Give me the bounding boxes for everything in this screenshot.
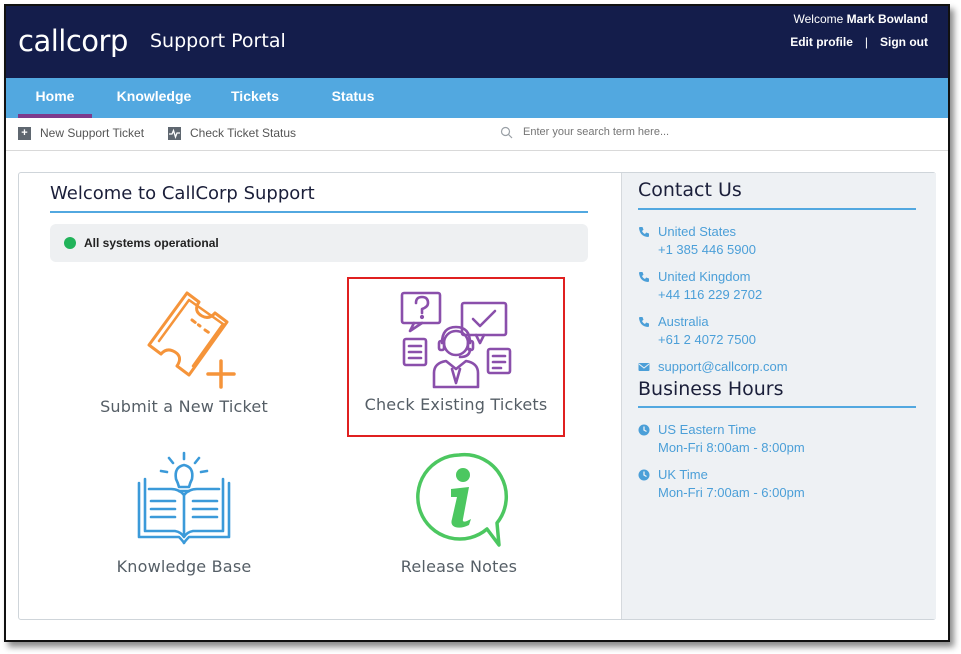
new-support-ticket-label: New Support Ticket bbox=[40, 126, 145, 140]
check-ticket-status-label: Check Ticket Status bbox=[190, 126, 297, 140]
hours-time: Mon-Fri 7:00am - 6:00pm bbox=[658, 485, 805, 500]
status-indicator-icon bbox=[64, 237, 76, 249]
contact-country: United States bbox=[658, 224, 737, 239]
ticket-icon bbox=[147, 291, 236, 389]
book-idea-icon bbox=[137, 451, 231, 545]
support-agent-icon bbox=[400, 291, 512, 389]
phone-icon bbox=[639, 317, 649, 327]
hours-divider bbox=[638, 406, 916, 408]
hours-entry-us: US Eastern Time Mon-Fri 8:00am - 8:00pm bbox=[638, 421, 805, 457]
contact-entry-uk[interactable]: United Kingdom +44 116 229 2702 bbox=[638, 268, 762, 304]
clock-icon bbox=[638, 424, 650, 436]
release-notes-label: Release Notes bbox=[400, 557, 518, 576]
action-toolbar: + New Support Ticket Check Ticket Status bbox=[6, 118, 948, 151]
check-ticket-status-button[interactable]: Check Ticket Status bbox=[168, 126, 296, 140]
sign-out-link[interactable]: Sign out bbox=[880, 35, 928, 49]
link-separator: | bbox=[864, 35, 868, 49]
phone-icon bbox=[639, 272, 649, 282]
contact-entry-us[interactable]: United States +1 385 446 5900 bbox=[638, 223, 756, 259]
knowledge-base-label: Knowledge Base bbox=[116, 557, 252, 576]
browser-frame: callcorp Support Portal Welcome Mark Bow… bbox=[4, 4, 950, 642]
search-input[interactable] bbox=[521, 125, 785, 139]
contact-phone: +61 2 4072 7500 bbox=[658, 332, 756, 347]
knowledge-base-tile[interactable]: Knowledge Base bbox=[89, 449, 279, 589]
search-bar bbox=[500, 125, 785, 139]
contact-country: United Kingdom bbox=[658, 269, 751, 284]
main-nav: Home Knowledge Tickets Status bbox=[6, 78, 948, 118]
tab-home[interactable]: Home bbox=[18, 78, 92, 118]
contact-email[interactable]: support@callcorp.com bbox=[638, 358, 788, 376]
header-bar: callcorp Support Portal Welcome Mark Bow… bbox=[6, 6, 948, 78]
release-notes-tile[interactable]: Release Notes bbox=[369, 449, 549, 589]
submit-ticket-label: Submit a New Ticket bbox=[100, 397, 268, 416]
contact-divider bbox=[638, 208, 916, 210]
callcorp-logo[interactable]: callcorp bbox=[18, 24, 128, 58]
hours-zone: US Eastern Time bbox=[658, 422, 757, 437]
welcome-user: Welcome Mark Bowland bbox=[794, 12, 929, 26]
search-icon bbox=[500, 126, 513, 138]
business-hours-heading: Business Hours bbox=[638, 378, 784, 400]
user-name: Mark Bowland bbox=[846, 12, 928, 26]
tab-status[interactable]: Status bbox=[318, 78, 388, 118]
tab-tickets[interactable]: Tickets bbox=[218, 78, 292, 118]
hours-entry-uk: UK Time Mon-Fri 7:00am - 6:00pm bbox=[638, 466, 805, 502]
check-tickets-tile[interactable]: Check Existing Tickets bbox=[347, 277, 565, 437]
title-divider bbox=[50, 211, 588, 213]
submit-ticket-tile[interactable]: Submit a New Ticket bbox=[89, 283, 279, 433]
contact-country: Australia bbox=[658, 314, 709, 329]
welcome-prefix: Welcome bbox=[793, 12, 844, 26]
phone-icon bbox=[639, 227, 649, 237]
logo-text: callcorp bbox=[18, 24, 128, 58]
plus-icon: + bbox=[18, 126, 31, 140]
page-title: Welcome to CallCorp Support bbox=[50, 183, 315, 204]
pulse-icon bbox=[168, 126, 181, 140]
envelope-icon bbox=[638, 363, 650, 371]
main-content: Welcome to CallCorp Support All systems … bbox=[18, 172, 936, 620]
contact-phone: +1 385 446 5900 bbox=[658, 242, 756, 257]
hours-time: Mon-Fri 8:00am - 8:00pm bbox=[658, 440, 805, 455]
edit-profile-link[interactable]: Edit profile bbox=[790, 35, 853, 49]
tab-knowledge[interactable]: Knowledge bbox=[110, 78, 198, 118]
contact-us-heading: Contact Us bbox=[638, 179, 742, 201]
email-address: support@callcorp.com bbox=[658, 359, 788, 374]
system-status-banner: All systems operational bbox=[50, 224, 588, 262]
new-support-ticket-button[interactable]: + New Support Ticket bbox=[18, 126, 144, 140]
status-text: All systems operational bbox=[84, 236, 219, 250]
hours-zone: UK Time bbox=[658, 467, 708, 482]
contact-sidebar: Contact Us United States +1 385 446 5900… bbox=[621, 173, 936, 619]
contact-entry-au[interactable]: Australia +61 2 4072 7500 bbox=[638, 313, 756, 349]
check-tickets-label: Check Existing Tickets bbox=[364, 395, 548, 414]
info-bubble-icon bbox=[416, 452, 508, 547]
contact-phone: +44 116 229 2702 bbox=[658, 287, 763, 302]
user-links: Edit profile | Sign out bbox=[790, 35, 928, 49]
portal-title: Support Portal bbox=[150, 30, 286, 52]
clock-icon bbox=[638, 469, 650, 481]
